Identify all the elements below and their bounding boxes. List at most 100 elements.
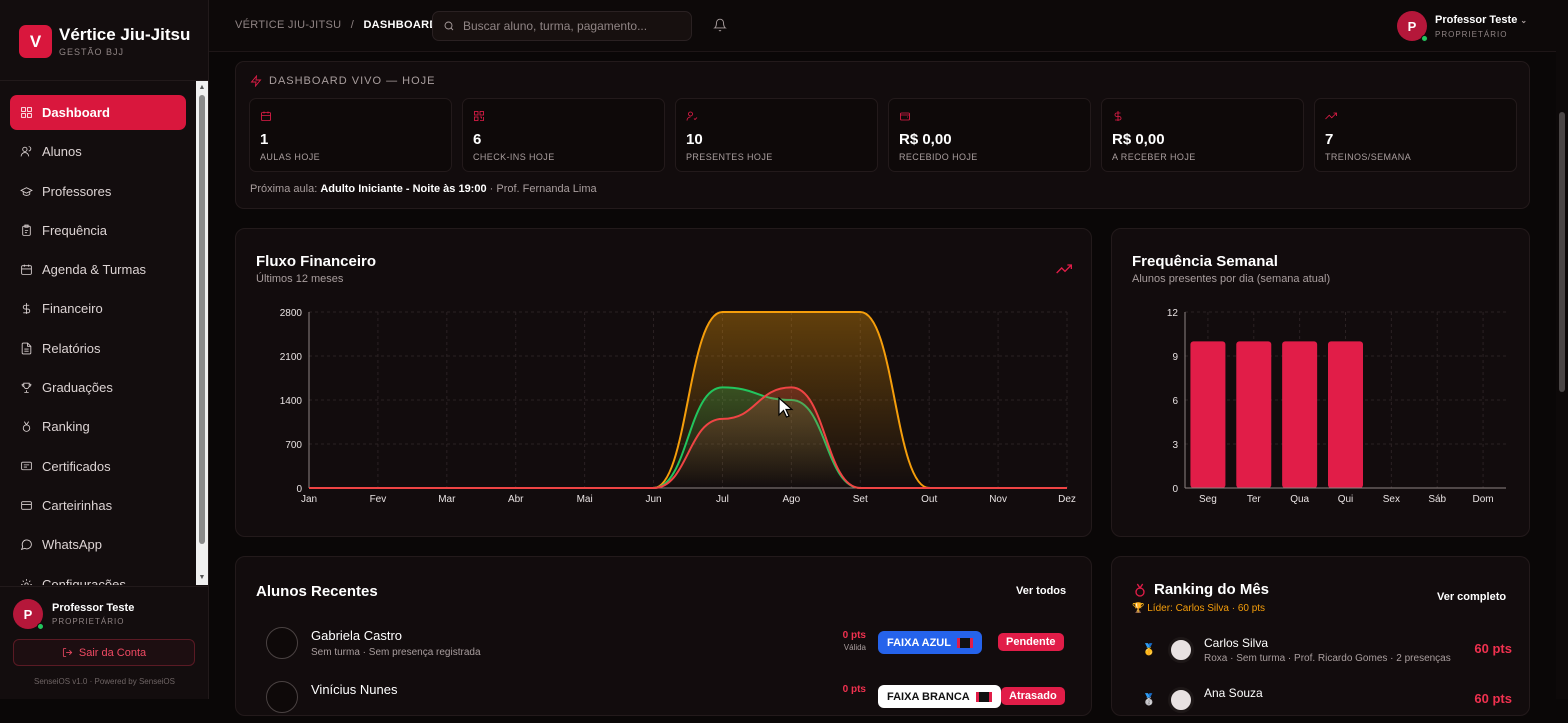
next-class-name: Adulto Iniciante - Noite às 19:00	[320, 183, 487, 195]
medal-icon: 🥇	[1142, 644, 1156, 656]
y-tick-label: 3	[1172, 440, 1178, 451]
sidebar-item-agenda-turmas[interactable]: Agenda & Turmas	[10, 252, 186, 287]
x-tick-label: Mar	[438, 494, 456, 505]
ranking-leader: 🏆 Líder: Carlos Silva · 60 pts	[1132, 603, 1266, 614]
y-tick-label: 0	[1172, 484, 1178, 495]
bar[interactable]	[1236, 341, 1272, 488]
stat-label: PRESENTES HOJE	[686, 152, 773, 162]
x-tick-label: Seg	[1199, 494, 1217, 505]
sidebar-scrollbar-thumb[interactable]	[199, 95, 205, 544]
finance-chart-card: Fluxo Financeiro Últimos 12 meses 0 700 14…	[235, 228, 1092, 537]
bar[interactable]	[1328, 341, 1363, 488]
online-status-dot	[1421, 35, 1428, 42]
brand-name: Vértice Jiu-Jitsu	[59, 25, 191, 44]
ranking-row[interactable]: 🥇 Carlos Silva Roxa · Sem turma · Prof. Ri…	[1132, 633, 1512, 673]
sidebar-item-dashboard[interactable]: Dashboard	[10, 95, 186, 130]
stat-value: 10	[686, 131, 703, 148]
sidebar-item-graduacoes[interactable]: Graduações	[10, 370, 186, 405]
sidebar-item-alunos[interactable]: Alunos	[10, 134, 186, 169]
trophy-icon	[20, 381, 33, 394]
sidebar-item-label: Financeiro	[42, 301, 103, 317]
sidebar-item-label: Agenda & Turmas	[42, 262, 147, 278]
student-name: Gabriela Castro	[311, 628, 403, 643]
search-input[interactable]: Buscar aluno, turma, pagamento...	[432, 11, 692, 41]
live-dashboard-title-text: DASHBOARD VIVO — HOJE	[269, 75, 436, 87]
x-tick-label: Abr	[508, 494, 524, 505]
brand[interactable]: V Vértice Jiu-Jitsu GESTÃO BJJ	[19, 25, 190, 58]
sidebar-item-professores[interactable]: Professores	[10, 174, 186, 209]
live-dashboard-panel: DASHBOARD VIVO — HOJE 1 AULAS HOJE 6 CHECK-…	[235, 61, 1530, 209]
sidebar-item-carteirinhas[interactable]: Carteirinhas	[10, 488, 186, 523]
sidebar-item-certificados[interactable]: Certificados	[10, 449, 186, 484]
user-role: PROPRIETÁRIO	[1435, 29, 1508, 39]
stat-value: 7	[1325, 131, 1334, 148]
sidebar-item-label: Dashboard	[42, 105, 110, 120]
view-all-link[interactable]: Ver todos	[1016, 585, 1066, 597]
scroll-up-arrow[interactable]: ▲	[198, 84, 206, 92]
stat-card: 10 PRESENTES HOJE	[675, 98, 878, 172]
calendar-icon	[20, 263, 33, 276]
logout-button[interactable]: Sair da Conta	[13, 639, 195, 666]
list-item[interactable]: Gabriela Castro Sem turma · Sem presença …	[256, 625, 1066, 665]
avatar[interactable]: P	[13, 599, 44, 630]
list-item[interactable]: Vinícius Nunes 0 pts FAIXA BRANCA Atrasado	[256, 679, 1066, 719]
breadcrumb-separator: /	[350, 19, 355, 31]
user-check-icon	[686, 111, 698, 121]
x-tick-label: Ter	[1247, 494, 1262, 505]
avatar	[1168, 637, 1194, 663]
finance-chart: 0700140021002800Jan Fev Mar Abr Mai Jun Jul Ago…	[280, 308, 1076, 505]
sidebar-item-relatorios[interactable]: Relatórios	[10, 331, 186, 366]
avatar: P	[1397, 11, 1428, 42]
scroll-down-arrow[interactable]: ▼	[198, 574, 206, 582]
bar[interactable]	[1282, 341, 1318, 488]
sidebar-item-label: Configurações	[42, 576, 126, 585]
bar[interactable]	[1190, 341, 1226, 488]
student-points: 0 pts	[842, 684, 866, 695]
y-tick-label: 1400	[280, 396, 303, 407]
sidebar-item-label: Carteirinhas	[42, 497, 113, 513]
sidebar-item-label: Alunos	[42, 144, 82, 160]
medal-icon	[1135, 583, 1145, 597]
stat-value: 1	[260, 131, 269, 148]
lightning-icon	[250, 75, 262, 87]
sidebar-item-frequencia[interactable]: Frequência	[10, 213, 186, 248]
x-tick-label: Jan	[301, 494, 317, 505]
ranking-row[interactable]: 🥈 Ana Souza 60 pts	[1132, 683, 1512, 723]
avatar-initial: P	[1407, 18, 1417, 34]
ranking-name: Ana Souza	[1204, 686, 1263, 700]
x-tick-label: Jun	[645, 494, 661, 505]
notifications-button[interactable]	[713, 18, 727, 37]
y-tick-label: 2100	[280, 352, 303, 363]
medal-icon: 🥈	[1142, 694, 1156, 706]
sidebar-item-configuracoes[interactable]: Configurações	[10, 567, 186, 585]
x-tick-label: Qua	[1290, 494, 1309, 505]
chevron-down-icon: ⌄	[1520, 15, 1528, 25]
x-tick-label: Set	[853, 494, 868, 505]
user-menu[interactable]: P Professor Teste ⌄ PROPRIETÁRIO	[1397, 11, 1528, 42]
view-full-ranking-link[interactable]: Ver completo	[1437, 591, 1506, 603]
breadcrumb-current: DASHBOARD	[363, 19, 438, 31]
student-points: 0 pts	[842, 630, 866, 641]
belt-stripe-icon	[975, 691, 992, 702]
graduation-cap-icon	[20, 185, 33, 198]
y-tick-label: 12	[1167, 308, 1179, 319]
x-tick-label: Jul	[716, 494, 729, 505]
id-card-icon	[20, 499, 33, 512]
clipboard-icon	[20, 224, 33, 237]
x-tick-label: Out	[921, 494, 937, 505]
belt-label: FAIXA AZUL	[887, 636, 951, 649]
stat-card: 6 CHECK-INS HOJE	[462, 98, 665, 172]
breadcrumb-root[interactable]: VÉRTICE JIU-JITSU	[235, 19, 341, 31]
belt-stripe-icon	[956, 637, 973, 648]
brand-logo: V	[19, 25, 52, 58]
sidebar-item-label: Relatórios	[42, 340, 101, 356]
version-text: SenseiOS v1.0 · Powered by SenseiOS	[34, 677, 175, 686]
sidebar-item-financeiro[interactable]: Financeiro	[10, 291, 186, 326]
next-class-teacher: · Prof. Fernanda Lima	[489, 183, 597, 195]
dollar-icon	[20, 302, 33, 315]
page-scrollbar-thumb[interactable]	[1559, 112, 1565, 392]
user-name: Professor Teste	[1435, 13, 1518, 26]
sidebar-item-whatsapp[interactable]: WhatsApp	[10, 527, 186, 562]
certificate-icon	[20, 460, 33, 473]
sidebar-item-ranking[interactable]: Ranking	[10, 409, 186, 444]
